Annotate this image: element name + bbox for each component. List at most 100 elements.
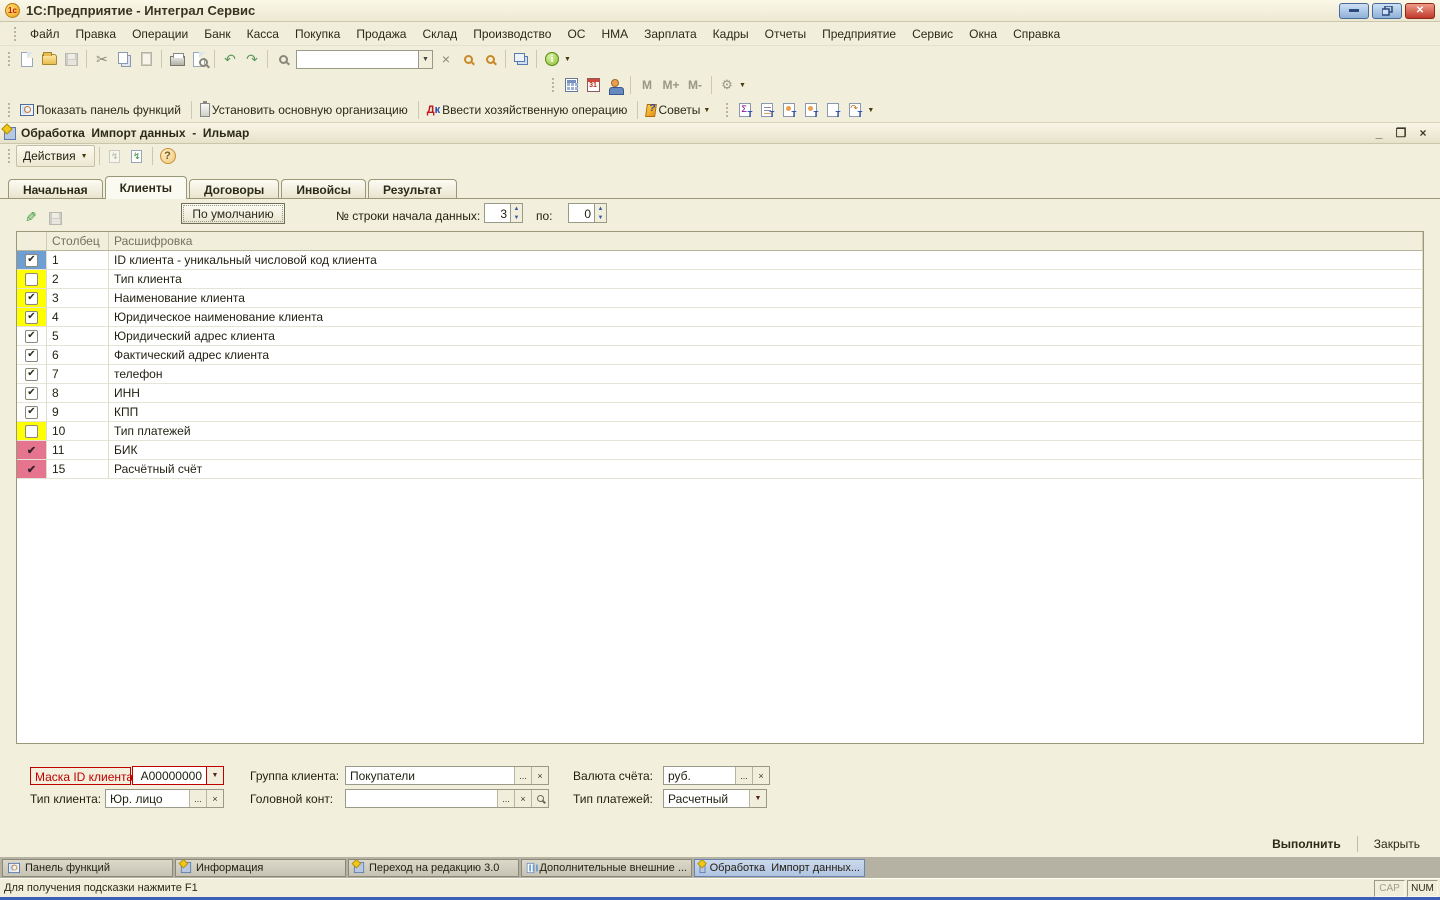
row-checkbox-cell[interactable]: ✔: [17, 384, 47, 403]
settings-button[interactable]: ⚙: [716, 75, 738, 95]
row-checkbox-cell[interactable]: ✔: [17, 346, 47, 365]
child-restore-button[interactable]: ❐: [1394, 126, 1408, 140]
new-document-button[interactable]: [16, 49, 38, 69]
restore-button[interactable]: [1372, 3, 1402, 19]
redo-button[interactable]: ↷: [241, 49, 263, 69]
currency-field[interactable]: руб. ... ×: [663, 766, 770, 785]
menubar-grip[interactable]: [12, 25, 18, 43]
checkbox-checked-icon[interactable]: ✔: [25, 368, 38, 381]
help-button[interactable]: ?: [157, 146, 179, 166]
to-arrows[interactable]: ▲▼: [594, 203, 607, 223]
menu-item-7[interactable]: Склад: [414, 24, 465, 44]
totals-table-button[interactable]: [734, 100, 756, 120]
user-settings-button[interactable]: [604, 75, 626, 95]
checkbox-checked-icon[interactable]: ✔: [25, 349, 38, 362]
menu-item-15[interactable]: Сервис: [904, 24, 961, 44]
open-button[interactable]: [38, 49, 60, 69]
start-row-arrows[interactable]: ▲▼: [510, 203, 523, 223]
execute-button[interactable]: Выполнить: [1266, 835, 1347, 853]
menu-item-17[interactable]: Справка: [1005, 24, 1068, 44]
client-type-select-button[interactable]: ...: [189, 790, 206, 807]
tab-4[interactable]: Результат: [368, 179, 457, 199]
read-settings-button[interactable]: [104, 146, 126, 166]
edit-button[interactable]: ✎: [20, 207, 42, 227]
memory-subtract-button[interactable]: M-: [683, 75, 707, 95]
table-row-8[interactable]: ✔8ИНН: [17, 384, 1423, 403]
checkbox-checked-icon[interactable]: ✔: [25, 330, 38, 343]
mask-id-field[interactable]: А00000000 ▼: [132, 766, 224, 785]
head-search-button[interactable]: [531, 790, 548, 807]
table-row-9[interactable]: ✔9КПП: [17, 403, 1423, 422]
table-row-1[interactable]: ✔1ID клиента - уникальный числовой код к…: [17, 251, 1423, 270]
row-checkbox-cell[interactable]: [17, 422, 47, 441]
table-row-2[interactable]: 2Тип клиента: [17, 270, 1423, 289]
checkbox-checked-icon[interactable]: ✔: [25, 406, 38, 419]
client-group-field[interactable]: Покупатели ... ×: [345, 766, 549, 785]
table-row-6[interactable]: ✔6Фактический адрес клиента: [17, 346, 1423, 365]
head-clear-button[interactable]: ×: [514, 790, 531, 807]
table-row-7[interactable]: ✔7телефон: [17, 365, 1423, 384]
menu-item-1[interactable]: Правка: [68, 24, 125, 44]
find-person-button[interactable]: [778, 100, 800, 120]
find-button[interactable]: [272, 49, 294, 69]
close-button[interactable]: ✕: [1405, 3, 1435, 19]
windows-button[interactable]: [510, 49, 532, 69]
menu-item-12[interactable]: Кадры: [705, 24, 757, 44]
person-list-button[interactable]: [800, 100, 822, 120]
undo-button[interactable]: ↶: [219, 49, 241, 69]
menu-item-4[interactable]: Касса: [239, 24, 287, 44]
close-window-button[interactable]: Закрыть: [1368, 835, 1426, 853]
row-checkbox-cell[interactable]: ✔: [17, 460, 47, 479]
client-type-field[interactable]: Юр. лицо ... ×: [105, 789, 224, 808]
checkbox-checked-icon[interactable]: ✔: [25, 311, 38, 324]
paste-button[interactable]: [135, 49, 157, 69]
toolbar4-grip[interactable]: [724, 101, 730, 119]
row-checkbox-cell[interactable]: ✔: [17, 251, 47, 270]
zoom-out-button[interactable]: [479, 49, 501, 69]
checkbox-unchecked-icon[interactable]: [25, 273, 38, 286]
minimize-button[interactable]: [1339, 3, 1369, 19]
menu-item-11[interactable]: Зарплата: [636, 24, 705, 44]
copy-button[interactable]: [113, 49, 135, 69]
chevron-down-icon[interactable]: ▼: [564, 56, 571, 63]
calendar-button[interactable]: 31: [582, 75, 604, 95]
tab-2[interactable]: Договоры: [189, 179, 279, 199]
head-contractor-field[interactable]: ... ×: [345, 789, 549, 808]
document-text-button[interactable]: [822, 100, 844, 120]
taskbar-item-0[interactable]: Панель функций: [2, 859, 173, 877]
table-row-15[interactable]: ✔15Расчётный счёт: [17, 460, 1423, 479]
enter-operation-button[interactable]: Дк Ввести хозяйственную операцию: [423, 101, 634, 119]
group-select-button[interactable]: ...: [514, 767, 531, 784]
toolbar1-grip[interactable]: [6, 50, 12, 68]
calculator-button[interactable]: [560, 75, 582, 95]
taskbar-item-1[interactable]: Информация: [175, 859, 346, 877]
head-select-button[interactable]: ...: [497, 790, 514, 807]
transfer-text-button[interactable]: [844, 100, 866, 120]
save-rows-button[interactable]: [44, 208, 66, 228]
save-button[interactable]: [60, 49, 82, 69]
group-clear-button[interactable]: ×: [531, 767, 548, 784]
print-preview-button[interactable]: [188, 49, 210, 69]
row-checkbox-cell[interactable]: [17, 270, 47, 289]
row-checkbox-cell[interactable]: ✔: [17, 308, 47, 327]
tab-3[interactable]: Инвойсы: [281, 179, 366, 199]
child-close-button[interactable]: ×: [1416, 126, 1430, 140]
toolbar3-grip[interactable]: [6, 101, 12, 119]
client-type-clear-button[interactable]: ×: [206, 790, 223, 807]
actions-grip[interactable]: [6, 147, 12, 165]
toolbar2-grip[interactable]: [550, 76, 556, 94]
tips-button[interactable]: Советы ▼: [642, 101, 714, 119]
to-input[interactable]: 0: [568, 203, 594, 223]
table-row-3[interactable]: ✔3Наименование клиента: [17, 289, 1423, 308]
taskbar-item-2[interactable]: Переход на редакцию 3.0: [348, 859, 519, 877]
menu-item-14[interactable]: Предприятие: [814, 24, 904, 44]
menu-item-3[interactable]: Банк: [196, 24, 238, 44]
row-checkbox-cell[interactable]: ✔: [17, 289, 47, 308]
print-button[interactable]: [166, 49, 188, 69]
zoom-in-button[interactable]: [457, 49, 479, 69]
default-button[interactable]: По умолчанию: [181, 203, 285, 224]
cut-button[interactable]: ✂: [91, 49, 113, 69]
chevron-down-icon[interactable]: ▼: [739, 82, 746, 89]
tab-0[interactable]: Начальная: [8, 179, 103, 199]
search-dropdown-button[interactable]: ▼: [418, 50, 433, 69]
